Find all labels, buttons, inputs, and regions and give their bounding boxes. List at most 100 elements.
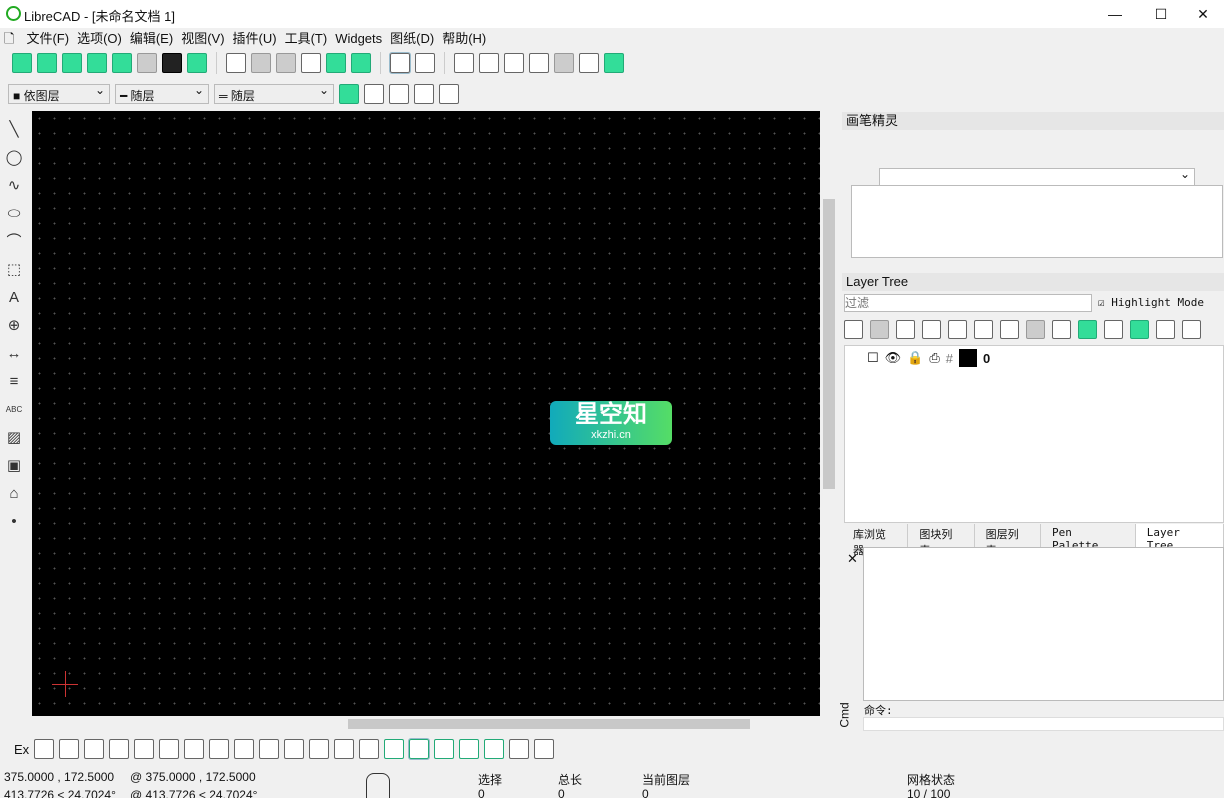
dimension-icon[interactable]: A [4, 288, 24, 307]
snap-middle-icon[interactable] [159, 739, 180, 759]
highlight-mode-checkbox[interactable]: ☑ Highlight Mode [1098, 296, 1204, 309]
zoom-auto-icon[interactable] [529, 53, 549, 73]
close-button[interactable]: ✕ [1180, 0, 1224, 28]
new-file-icon[interactable] [12, 53, 32, 73]
minimize-button[interactable]: — [1092, 0, 1138, 28]
snap-grid-icon[interactable] [59, 739, 80, 759]
circle-icon[interactable]: ◯ [4, 148, 24, 167]
save-all-icon[interactable] [137, 53, 157, 73]
drawing-canvas[interactable]: 星空知 xkzhi.cn [32, 111, 820, 716]
view-3-icon[interactable] [434, 739, 455, 759]
menu-item[interactable]: 图纸(D) [386, 30, 438, 48]
info-icon[interactable]: ≡ [4, 372, 24, 391]
view-5-icon[interactable] [484, 739, 505, 759]
layer-select-icon[interactable]: ☐ [867, 350, 879, 366]
restrict-ortho-icon[interactable] [309, 739, 330, 759]
block-back-icon[interactable] [251, 53, 271, 73]
image-icon[interactable]: ▣ [4, 456, 24, 475]
command-close-icon[interactable]: ✕ [847, 551, 858, 567]
print-preview-icon[interactable] [187, 53, 207, 73]
view-1-icon[interactable] [384, 739, 405, 759]
select-window-icon[interactable] [301, 53, 321, 73]
point-icon[interactable]: • [4, 512, 24, 531]
pen-back-icon[interactable] [339, 84, 359, 104]
zoom-window-icon[interactable] [579, 53, 599, 73]
layer-print-icon[interactable]: ⎙ [929, 350, 939, 366]
menu-item[interactable]: 编辑(E) [126, 30, 177, 48]
lock-icon[interactable] [1052, 320, 1071, 339]
rename-icon[interactable] [1104, 320, 1123, 339]
hatch-icon[interactable]: ▨ [4, 428, 24, 447]
text-icon[interactable]: ABC [4, 400, 24, 419]
add-layer-icon[interactable] [1078, 320, 1097, 339]
edit-block-icon[interactable] [326, 53, 346, 73]
edit-layer-icon[interactable] [1156, 320, 1175, 339]
save-as-icon[interactable] [112, 53, 132, 73]
lock-zero-icon[interactable] [359, 739, 380, 759]
insert-block-icon[interactable] [351, 53, 371, 73]
pen-pick-icon[interactable] [364, 84, 384, 104]
view-2-icon[interactable] [408, 738, 431, 760]
zoom-in-icon[interactable] [479, 53, 499, 73]
show-all-icon[interactable] [844, 320, 863, 339]
snap-distance-icon[interactable] [184, 739, 205, 759]
block-forward-icon[interactable] [276, 53, 296, 73]
snap-center-icon[interactable] [134, 739, 155, 759]
linewidth-select[interactable]: ═ 随层 [214, 83, 334, 104]
brush-copy-icon[interactable] [439, 84, 459, 104]
relative-zero-icon[interactable] [334, 739, 355, 759]
remove-tool-icon[interactable] [534, 739, 555, 759]
maximize-button[interactable]: ☐ [1138, 0, 1184, 28]
layer-row[interactable]: ☐ 👁 🔒 ⎙ # 0 [867, 349, 990, 367]
layer-filter-input[interactable] [844, 294, 1092, 312]
snap-entity-icon[interactable] [109, 739, 130, 759]
menu-item[interactable]: 视图(V) [177, 30, 228, 48]
add-tool-icon[interactable] [509, 739, 530, 759]
grid-toggle-icon[interactable] [389, 52, 411, 74]
measure-icon[interactable]: ↔ [4, 344, 24, 363]
restrict-vertical-icon[interactable] [284, 739, 305, 759]
unlock-icon[interactable] [1026, 320, 1045, 339]
vertical-scrollbar[interactable] [820, 111, 838, 716]
line-icon[interactable]: ╲ [4, 120, 24, 139]
menu-item[interactable]: 插件(U) [229, 30, 281, 48]
command-input[interactable] [863, 717, 1224, 731]
hide-all-icon[interactable] [870, 320, 889, 339]
menu-app-icon[interactable]: 🗋 [0, 30, 18, 48]
select-icon[interactable]: ⬚ [4, 260, 24, 279]
settings-icon[interactable] [1182, 320, 1201, 339]
menu-item[interactable]: 选项(O) [73, 30, 126, 48]
draft-mode-icon[interactable] [415, 53, 435, 73]
layer-construction-icon[interactable]: # [946, 351, 953, 366]
redraw-icon[interactable] [454, 53, 474, 73]
snap-intersection-icon[interactable] [209, 739, 230, 759]
snap-x-icon[interactable] [234, 739, 255, 759]
color-select[interactable]: ■ 依图层 [8, 83, 110, 104]
menu-item[interactable]: 工具(T) [281, 30, 332, 48]
linetype-select[interactable]: ━ 随层 [115, 83, 209, 104]
menu-item[interactable]: 文件(F) [22, 30, 73, 48]
polyline-icon[interactable]: ⌒ [4, 232, 24, 251]
block-icon[interactable]: ⌂ [4, 484, 24, 503]
horizontal-scrollbar[interactable] [32, 716, 838, 732]
ellipse-icon[interactable]: ⬭ [4, 204, 24, 223]
new-from-template-icon[interactable] [37, 53, 57, 73]
menu-item[interactable]: 帮助(H) [438, 30, 490, 48]
snap-endpoint-icon[interactable] [84, 739, 105, 759]
brush-icon[interactable] [414, 84, 434, 104]
layer-color-swatch[interactable] [959, 349, 977, 367]
restrict-horizontal-icon[interactable] [259, 739, 280, 759]
zoom-pan-icon[interactable] [604, 53, 624, 73]
rotate-text-icon[interactable] [1000, 320, 1019, 339]
print-icon[interactable] [162, 53, 182, 73]
remove-layer-icon[interactable] [1130, 320, 1149, 339]
open-file-icon[interactable] [62, 53, 82, 73]
pen-apply-icon[interactable] [389, 84, 409, 104]
move-up-icon[interactable] [974, 320, 993, 339]
pen-list[interactable] [851, 185, 1223, 258]
layer-lock-icon[interactable]: 🔒 [907, 350, 923, 366]
modify-icon[interactable]: ⊕ [4, 316, 24, 335]
save-icon[interactable] [87, 53, 107, 73]
view-4-icon[interactable] [459, 739, 480, 759]
layer-visible-icon[interactable]: 👁 [885, 350, 902, 366]
